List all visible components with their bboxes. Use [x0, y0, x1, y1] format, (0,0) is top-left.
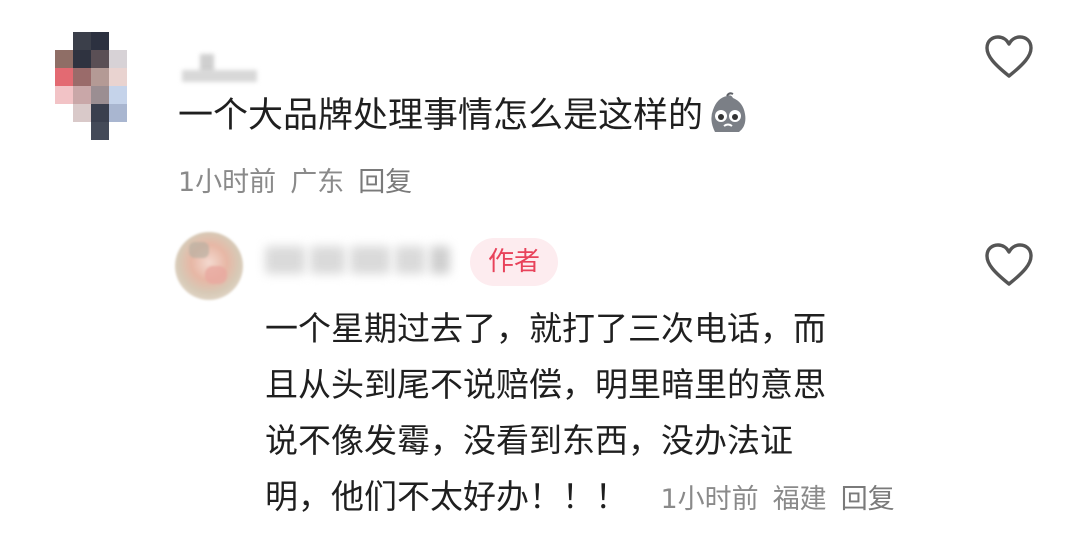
reply-avatar[interactable] [175, 232, 243, 300]
reply-line: 说不像发霉，没看到东西，没办法证 [265, 421, 793, 460]
comment-meta: 1小时前 广东 回复 [178, 160, 426, 199]
reply-line: 且从头到尾不说赔偿，明里暗里的意思 [265, 365, 826, 404]
reply-location: 福建 [772, 484, 827, 515]
reply-line: 一个星期过去了，就打了三次电话，而 [265, 309, 826, 348]
comment-text: 一个大品牌处理事情怎么是这样的 [178, 91, 749, 141]
reply-meta: 1小时前 福建 回复 [661, 484, 909, 515]
reply-reply-button[interactable]: 回复 [841, 484, 895, 515]
comment-body: 一个大品牌处理事情怎么是这样的 [178, 96, 704, 136]
username-blurred[interactable] [182, 48, 257, 84]
reply-time: 1小时前 [660, 484, 759, 515]
comment-reply-button[interactable]: 回复 [358, 167, 412, 198]
comment-location: 广东 [290, 167, 345, 198]
reply-line-text: 明，他们不太好办！！！ [265, 477, 628, 516]
author-badge: 作者 [470, 238, 558, 286]
like-heart-icon[interactable] [984, 34, 1034, 80]
avatar[interactable] [55, 32, 145, 142]
reply-like-heart-icon[interactable] [984, 242, 1034, 288]
reply-line-last: 明，他们不太好办！！！ 1小时前 福建 回复 [265, 469, 945, 525]
reply-username-blurred[interactable] [265, 240, 455, 280]
reply-text: 一个星期过去了，就打了三次电话，而 且从头到尾不说赔偿，明里暗里的意思 说不像发… [265, 301, 945, 525]
comment-time: 1小时前 [178, 167, 277, 198]
crying-face-emoji [711, 92, 746, 132]
